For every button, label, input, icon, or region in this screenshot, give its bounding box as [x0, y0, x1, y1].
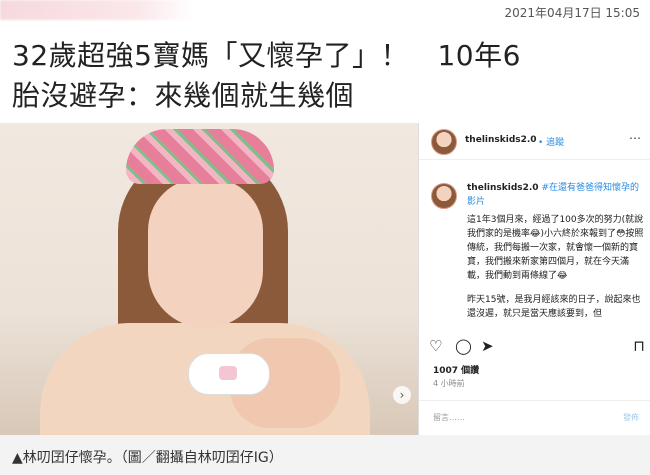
- ig-action-bar: ♡ ◯ ➤ ⊓: [429, 337, 645, 357]
- caption-body-2: 昨天15號，是我月經該來的日子，說起來也還沒遲，就只是當天應該要到，但: [467, 295, 641, 319]
- comment-icon[interactable]: ◯: [455, 337, 472, 355]
- instagram-post-panel: thelinskids2.0 • 追蹤 ⋯ thelinskids2.0 #在還…: [418, 123, 650, 435]
- photo-face: [148, 178, 263, 328]
- ig-post-header: thelinskids2.0 • 追蹤 ⋯: [419, 123, 650, 160]
- caption-username[interactable]: thelinskids2.0: [467, 183, 539, 193]
- article-headline: 32歲超強5寶媽「又懷孕了」！ 10年6 胎沒避孕：來幾個就生幾個: [12, 36, 642, 116]
- headline-line-1: 32歲超強5寶媽「又懷孕了」！ 10年6: [12, 39, 521, 72]
- caption-avatar[interactable]: [431, 183, 457, 209]
- instagram-photo[interactable]: ›: [0, 123, 418, 435]
- comment-row: 留言…… 發佈: [419, 400, 650, 435]
- caption-body: 這1年3個月來，經過了100多次的努力(就說我們家的是機率😂)小六終於來報到了😳…: [467, 215, 644, 281]
- publish-timestamp: 2021年04月17日 15:05: [504, 6, 640, 20]
- post-comment-button[interactable]: 發佈: [623, 412, 639, 423]
- photo-caption-bar: ▲林叨囝仔懷孕。（圖／翻攝自林叨囝仔IG）: [0, 435, 650, 475]
- follow-button[interactable]: • 追蹤: [538, 135, 564, 148]
- photo-headband: [126, 129, 274, 184]
- headline-line-2: 胎沒避孕：來幾個就生幾個: [12, 79, 355, 112]
- pregnancy-test-device: [188, 353, 270, 395]
- ig-username[interactable]: thelinskids2.0: [465, 135, 537, 145]
- test-window: [219, 366, 237, 380]
- ig-caption: thelinskids2.0 #在還有爸爸得知懷孕的影片 這1年3個月來，經過了…: [467, 181, 645, 321]
- comment-input[interactable]: 留言……: [433, 412, 465, 423]
- post-age: 4 小時前: [433, 379, 465, 388]
- avatar[interactable]: [431, 129, 457, 155]
- like-count[interactable]: 1007 個讚: [433, 363, 479, 376]
- bookmark-icon[interactable]: ⊓: [633, 337, 645, 355]
- heart-icon[interactable]: ♡: [429, 337, 442, 355]
- next-slide-icon[interactable]: ›: [393, 386, 411, 404]
- photo-caption: ▲林叨囝仔懷孕。（圖／翻攝自林叨囝仔IG）: [12, 450, 283, 466]
- share-icon[interactable]: ➤: [481, 337, 494, 355]
- blurred-category-tag: [0, 0, 195, 20]
- more-options-icon[interactable]: ⋯: [629, 131, 641, 145]
- top-bar: 2021年04月17日 15:05: [0, 0, 650, 26]
- article-media: › thelinskids2.0 • 追蹤 ⋯ thelinskids2.0 #…: [0, 123, 650, 435]
